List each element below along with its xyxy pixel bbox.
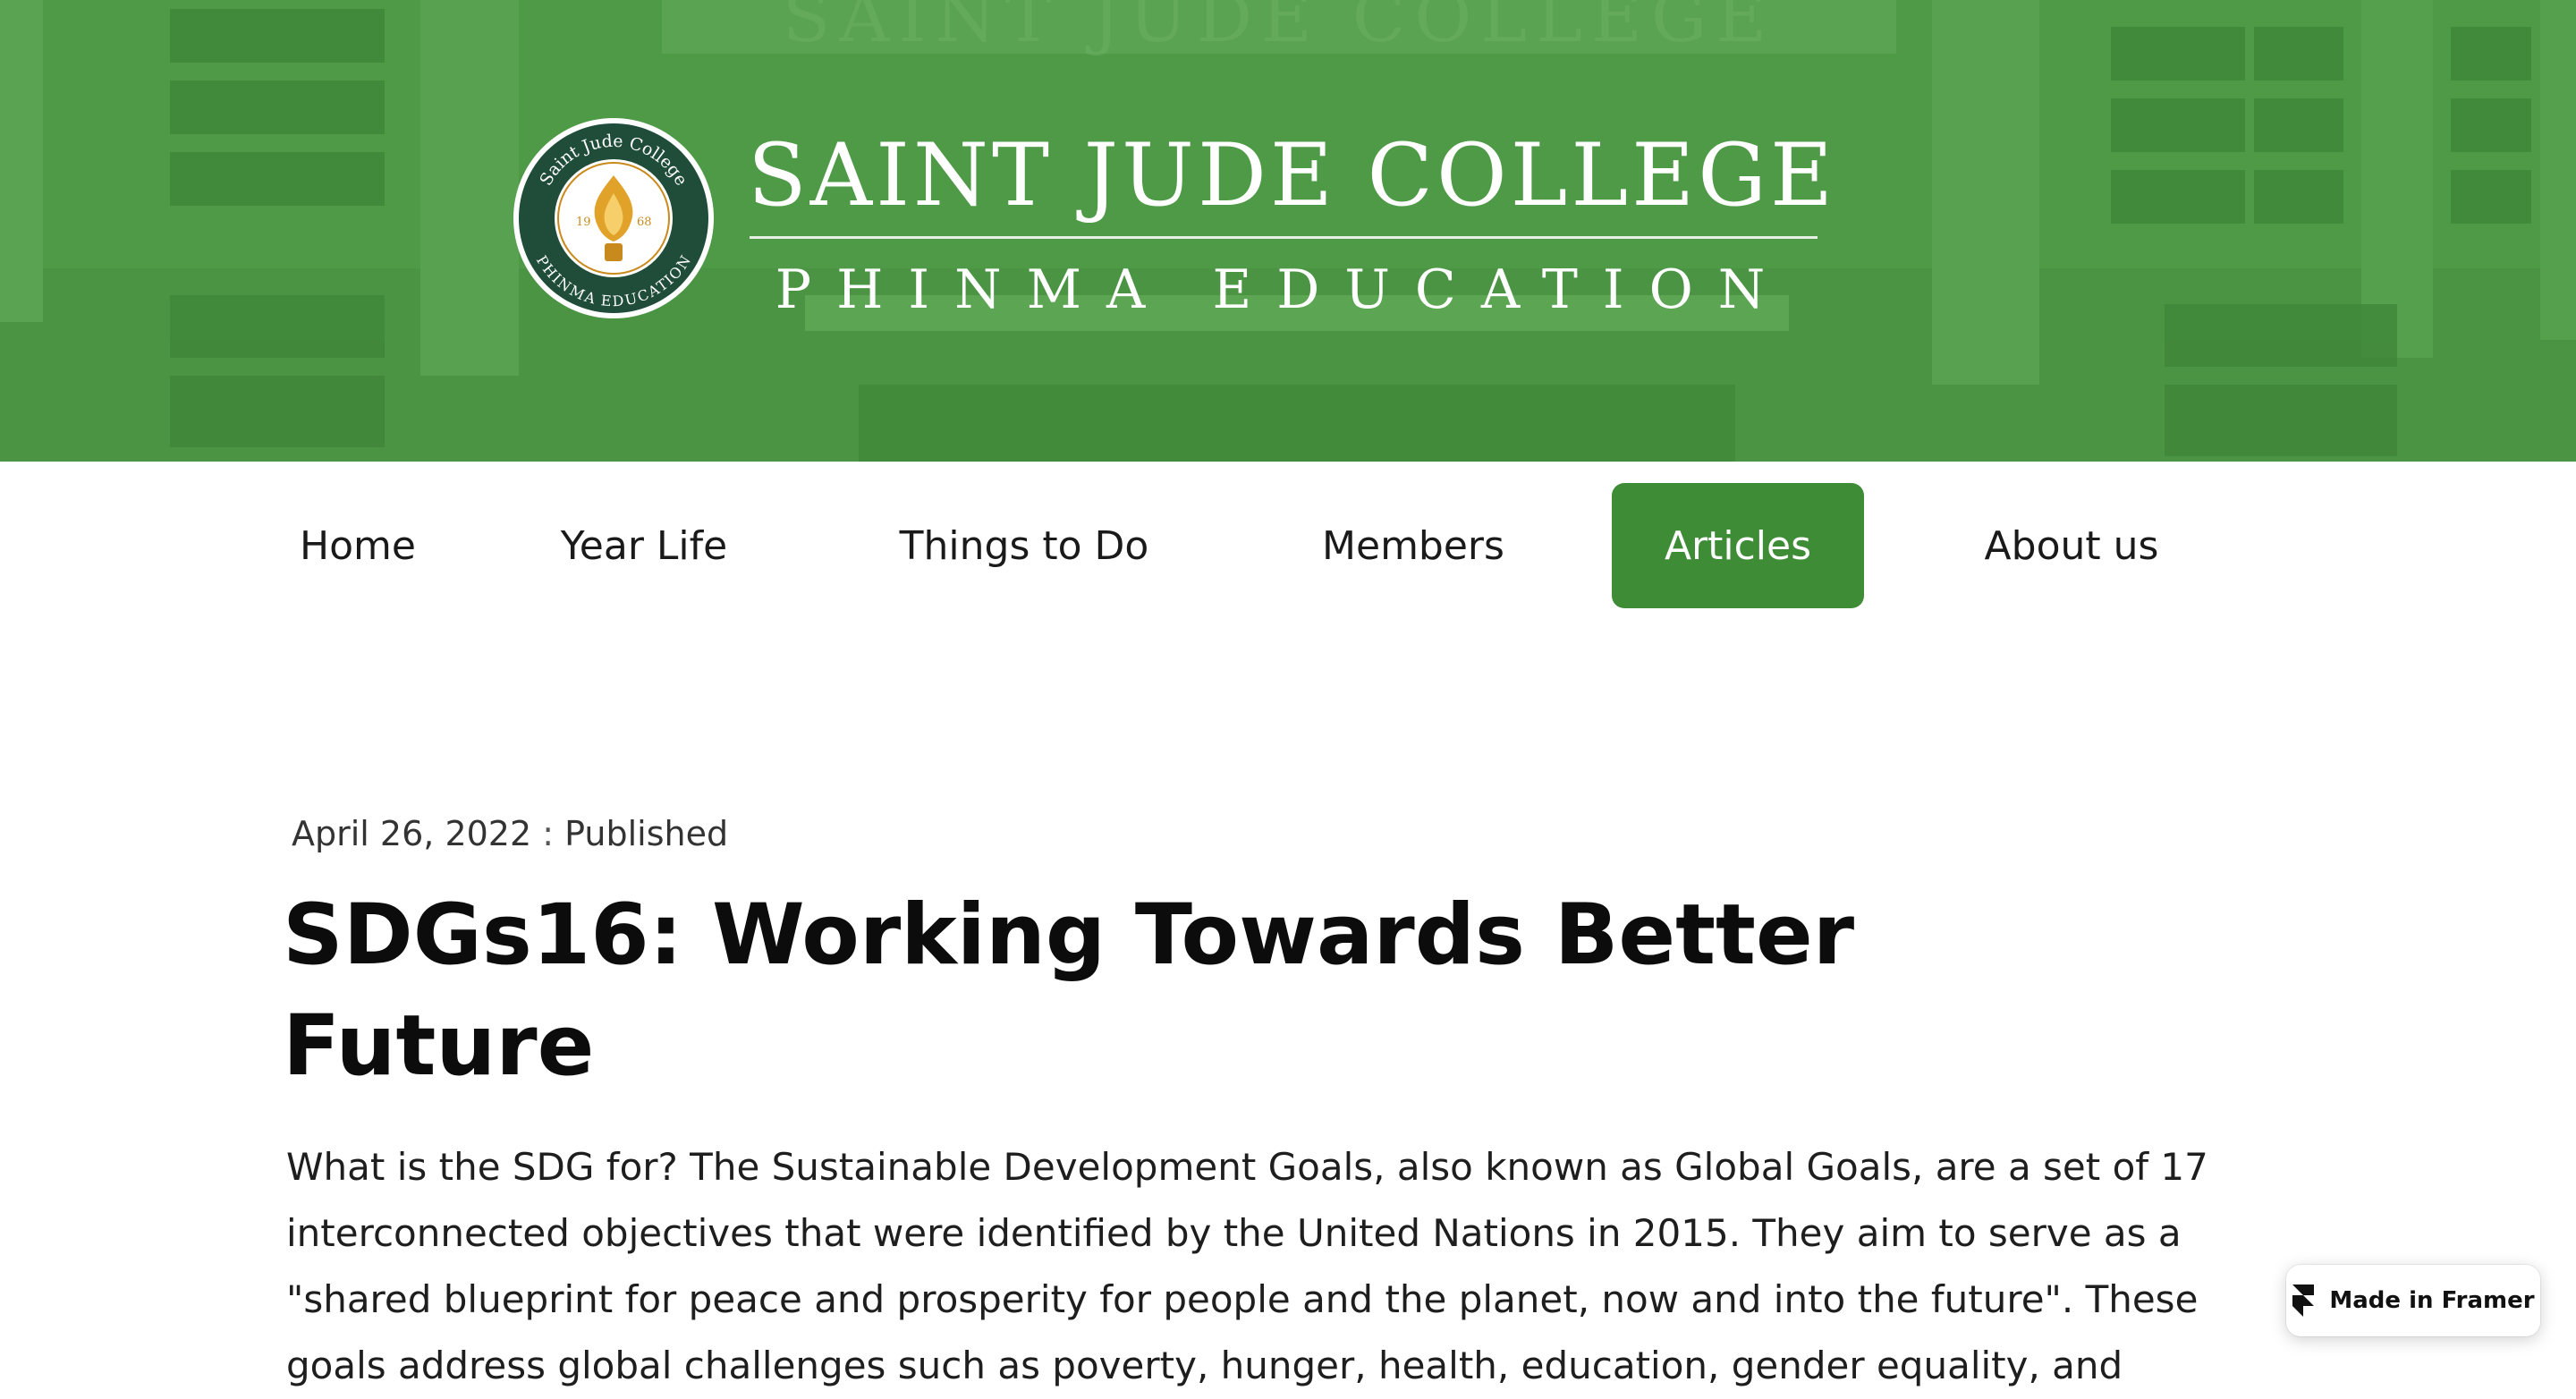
article-status: Published [564,814,729,853]
article-body: What is the SDG for? The Sustainable Dev… [286,1134,2236,1399]
main-navigation: Home Year Life Things to Do Members Arti… [0,462,2576,614]
made-in-framer-badge[interactable]: Made in Framer [2286,1265,2540,1336]
article-body-line: interconnected objectives that were iden… [286,1211,2182,1255]
article-body-line: goals address global challenges such as … [286,1344,2123,1387]
article-title: SDGs16: Working Towards Better Future [283,880,2054,1102]
nav-item-articles[interactable]: Articles [1612,483,1864,608]
hero-banner: SAINT JUDE COLLEGE Saint Jude College PH… [0,0,2576,462]
brand-subtitle: PHINMA EDUCATION [775,259,1791,321]
meta-separator: : [542,814,555,853]
nav-item-things-to-do[interactable]: Things to Do [886,483,1163,608]
seal-year-right: 68 [637,216,652,229]
article-meta: April 26, 2022 : Published [292,809,728,859]
article-body-line: What is the SDG for? The Sustainable Dev… [286,1145,2208,1189]
brand-title: SAINT JUDE COLLEGE [748,125,1837,225]
article-title-line: Future [283,997,595,1095]
framer-logo-icon [2292,1285,2315,1317]
framer-badge-label: Made in Framer [2329,1287,2535,1314]
article-title-line: SDGs16: Working Towards Better [283,886,1855,984]
college-brand: Saint Jude College PHINMA EDUCATION 19 6… [512,114,1837,322]
seal-year-left: 19 [576,216,591,229]
nav-item-year-life[interactable]: Year Life [546,483,742,608]
nav-item-members[interactable]: Members [1306,483,1521,608]
article-body-line: "shared blueprint for peace and prosperi… [286,1277,2199,1321]
article-date: April 26, 2022 [292,814,532,853]
brand-divider [750,236,1818,239]
nav-item-about-us[interactable]: About us [1964,483,2179,608]
svg-text:SAINT JUDE COLLEGE: SAINT JUDE COLLEGE [783,0,1775,58]
college-seal-logo: Saint Jude College PHINMA EDUCATION 19 6… [513,118,714,318]
nav-item-home[interactable]: Home [286,483,429,608]
